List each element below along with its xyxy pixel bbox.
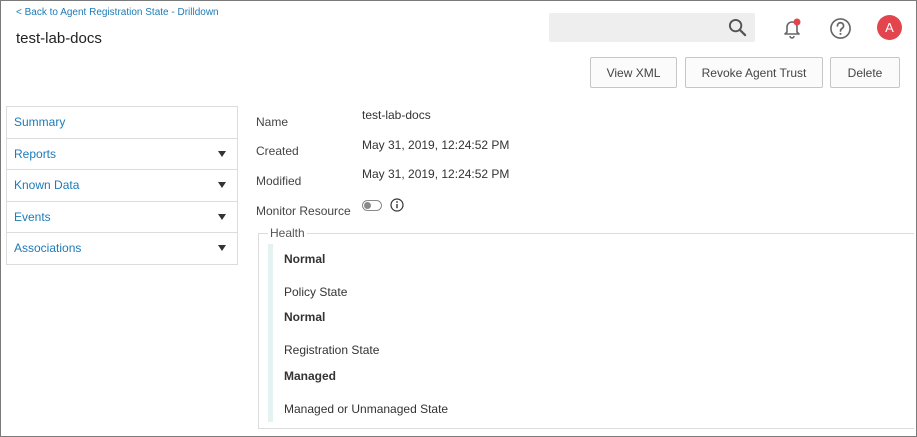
sidebar-item-label: Associations [14, 241, 82, 256]
sidebar-item-reports[interactable]: Reports [7, 139, 237, 170]
avatar[interactable]: A [877, 15, 902, 40]
created-value: May 31, 2019, 12:24:52 PM [362, 138, 510, 152]
sidebar-item-summary[interactable]: Summary [7, 107, 237, 139]
managed-state-label: Managed or Unmanaged State [284, 402, 449, 416]
back-link[interactable]: < Back to Agent Registration State - Dri… [16, 7, 219, 18]
caret-down-icon [218, 213, 226, 220]
sidebar-item-label: Reports [14, 146, 57, 161]
delete-button[interactable]: Delete [830, 57, 900, 88]
sidebar-item-label: Known Data [14, 178, 80, 193]
sidebar: Summary Reports Known Data Events Associ… [6, 106, 238, 265]
info-icon[interactable] [390, 198, 404, 212]
sidebar-item-label: Events [14, 209, 51, 224]
name-value: test-lab-docs [362, 108, 431, 122]
search-input[interactable] [549, 13, 755, 42]
health-panel [258, 233, 914, 429]
registration-state-value: Normal [284, 310, 326, 324]
modified-value: May 31, 2019, 12:24:52 PM [362, 167, 510, 181]
toggle-knob [364, 202, 371, 209]
modified-label: Modified [256, 174, 302, 188]
notification-dot [793, 18, 801, 26]
help-icon[interactable] [829, 17, 852, 40]
sidebar-item-known-data[interactable]: Known Data [7, 170, 237, 202]
policy-state-label: Policy State [284, 285, 348, 299]
health-legend: Health [268, 226, 307, 240]
managed-state-value: Managed [284, 369, 337, 383]
page-title: test-lab-docs [16, 30, 102, 47]
created-label: Created [256, 144, 299, 158]
policy-state-value: Normal [284, 252, 326, 266]
revoke-agent-trust-button[interactable]: Revoke Agent Trust [685, 57, 823, 88]
sidebar-item-events[interactable]: Events [7, 202, 237, 233]
caret-down-icon [218, 245, 226, 252]
caret-down-icon [218, 150, 226, 157]
caret-down-icon [218, 182, 226, 189]
monitor-resource-toggle[interactable] [362, 200, 382, 211]
search-icon[interactable] [728, 18, 747, 37]
view-xml-button[interactable]: View XML [590, 57, 677, 88]
sidebar-item-label: Summary [14, 115, 66, 130]
monitor-resource-label: Monitor Resource [256, 204, 351, 218]
bell-icon[interactable] [781, 17, 803, 39]
name-label: Name [256, 115, 289, 129]
sidebar-item-associations[interactable]: Associations [7, 233, 237, 265]
registration-state-label: Registration State [284, 343, 380, 357]
health-accent-bar [268, 244, 273, 422]
